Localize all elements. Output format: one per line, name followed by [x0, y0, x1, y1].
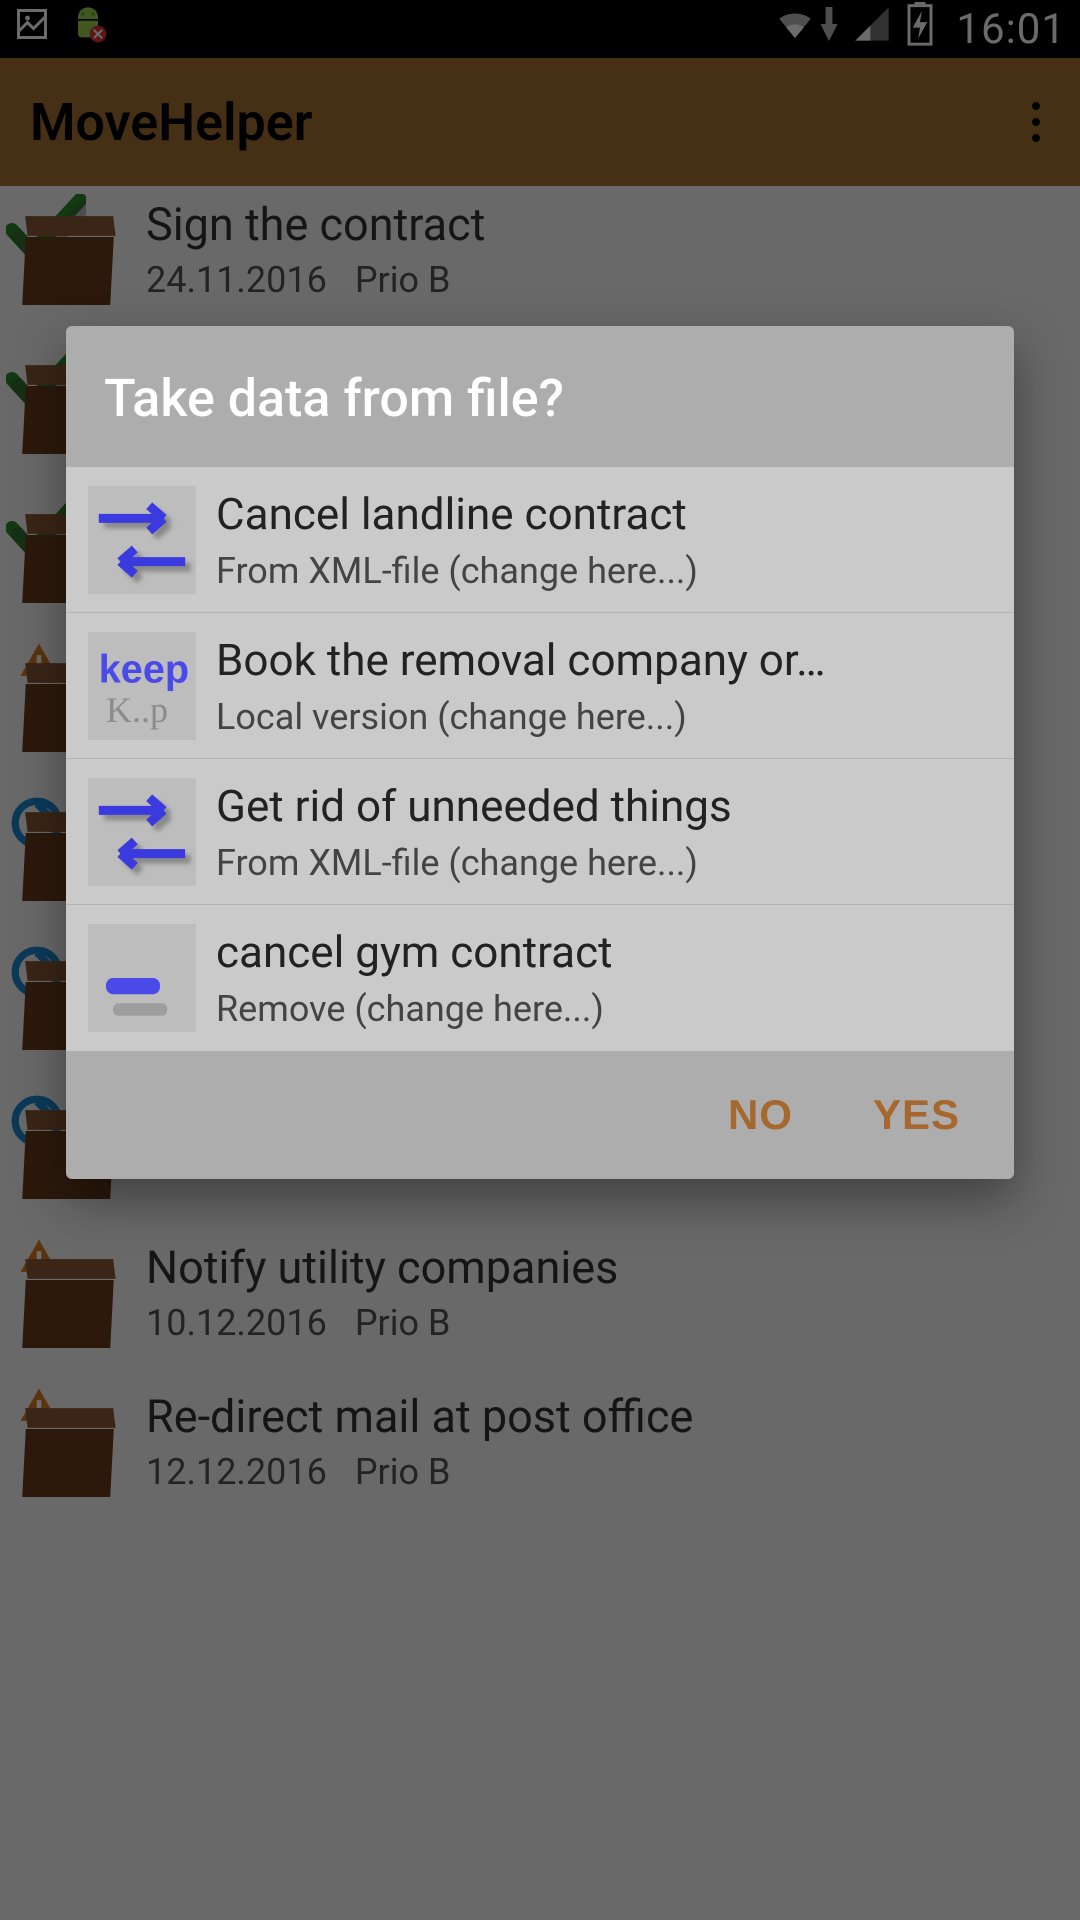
no-button[interactable]: NO [728, 1091, 793, 1139]
dialog-item-title: Cancel landline contract [216, 488, 992, 540]
dialog-item-subtitle: Local version (change here...) [216, 696, 992, 738]
remove-icon [88, 924, 196, 1032]
dialog-item-subtitle: Remove (change here...) [216, 988, 992, 1030]
dialog-button-bar: NO YES [66, 1051, 1014, 1169]
dialog-item[interactable]: keep K..p Book the removal company or… L… [66, 613, 1014, 759]
import-dialog: Take data from file? Cancel landline con… [66, 326, 1014, 1179]
swap-icon [88, 486, 196, 594]
dialog-item-subtitle: From XML-file (change here...) [216, 842, 992, 884]
yes-button[interactable]: YES [873, 1091, 960, 1139]
svg-text:keep: keep [99, 647, 189, 691]
dialog-item-list: Cancel landline contract From XML-file (… [66, 467, 1014, 1051]
dialog-item-title: Book the removal company or… [216, 634, 992, 686]
swap-icon [88, 778, 196, 886]
dialog-item[interactable]: cancel gym contract Remove (change here.… [66, 905, 1014, 1051]
dialog-item[interactable]: Cancel landline contract From XML-file (… [66, 467, 1014, 613]
dialog-title: Take data from file? [66, 326, 1014, 467]
svg-text:K..p: K..p [106, 690, 168, 730]
dialog-item[interactable]: Get rid of unneeded things From XML-file… [66, 759, 1014, 905]
dialog-item-subtitle: From XML-file (change here...) [216, 550, 992, 592]
keep-icon: keep K..p [88, 632, 196, 740]
dialog-item-title: Get rid of unneeded things [216, 780, 992, 832]
dialog-item-title: cancel gym contract [216, 926, 992, 978]
